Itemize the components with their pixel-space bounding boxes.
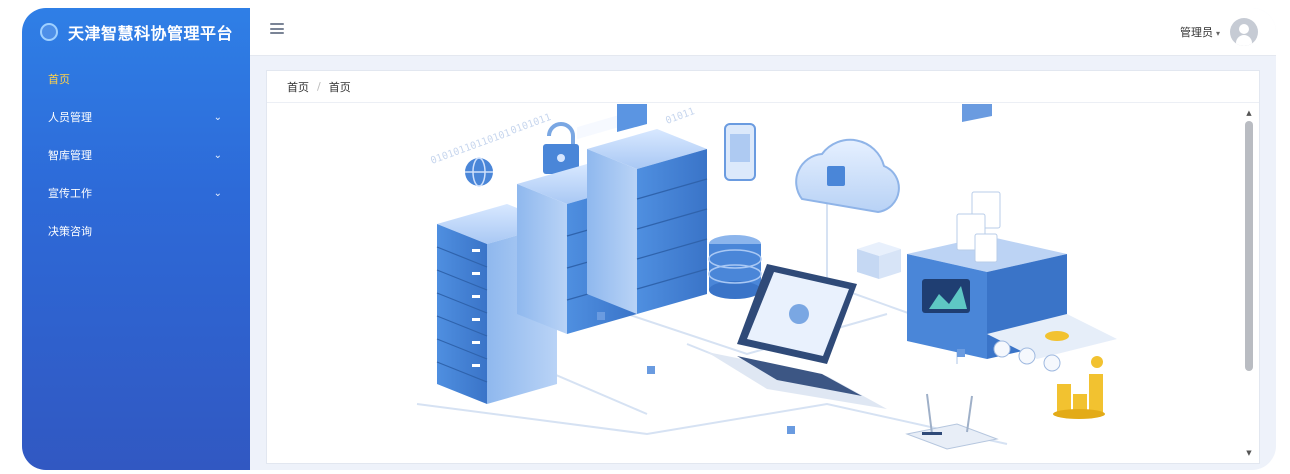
app-window: 天津智慧科协管理平台 首页 人员管理 ⌄ 智库管理 ⌄ 宣传工作 ⌄ 决策咨询 bbox=[22, 8, 1276, 470]
sidebar: 天津智慧科协管理平台 首页 人员管理 ⌄ 智库管理 ⌄ 宣传工作 ⌄ 决策咨询 bbox=[22, 8, 250, 470]
brand: 天津智慧科协管理平台 bbox=[22, 8, 250, 56]
server-rack bbox=[587, 129, 708, 314]
app-title: 天津智慧科协管理平台 bbox=[68, 24, 234, 43]
sidebar-item-label: 人员管理 bbox=[48, 111, 92, 124]
breadcrumb-separator: / bbox=[317, 80, 321, 93]
breadcrumb-item-current: 首页 bbox=[328, 80, 351, 94]
breadcrumb: 首页 / 首页 bbox=[267, 71, 1259, 103]
logo-icon bbox=[40, 23, 58, 41]
vertical-scrollbar[interactable]: ▲ ▼ bbox=[1243, 107, 1255, 459]
sidebar-item-label: 智库管理 bbox=[48, 149, 92, 162]
hamburger-icon[interactable] bbox=[270, 23, 284, 34]
cube-icon bbox=[857, 242, 901, 279]
chevron-down-icon: ⌄ bbox=[213, 111, 222, 123]
caret-down-icon: ▾ bbox=[1215, 29, 1220, 38]
scroll-thumb[interactable] bbox=[1245, 121, 1253, 371]
database-icon bbox=[708, 235, 762, 299]
sidebar-item-consulting[interactable]: 决策咨询 bbox=[22, 212, 250, 250]
breadcrumb-item[interactable]: 首页 bbox=[287, 79, 309, 95]
lock-icon bbox=[543, 122, 579, 174]
scroll-down-arrow-icon[interactable]: ▼ bbox=[1243, 447, 1255, 459]
sidebar-item-label: 宣传工作 bbox=[48, 187, 92, 200]
cloud-icon bbox=[795, 138, 900, 214]
sidebar-nav: 首页 人员管理 ⌄ 智库管理 ⌄ 宣传工作 ⌄ 决策咨询 bbox=[22, 60, 250, 250]
sidebar-item-label: 决策咨询 bbox=[48, 225, 92, 238]
floating-block bbox=[962, 104, 992, 122]
sidebar-item-thinktank[interactable]: 智库管理 ⌄ bbox=[22, 136, 250, 174]
top-bar: 管理员 ▾ bbox=[250, 8, 1276, 56]
coins-icon bbox=[1053, 356, 1105, 419]
user-menu[interactable]: 管理员 ▾ bbox=[1180, 18, 1258, 46]
svg-text:01011: 01011 bbox=[664, 106, 696, 127]
chevron-down-icon: ⌄ bbox=[213, 187, 222, 199]
sidebar-item-label: 首页 bbox=[48, 73, 70, 86]
floating-block bbox=[617, 104, 647, 132]
sidebar-item-personnel[interactable]: 人员管理 ⌄ bbox=[22, 98, 250, 136]
sidebar-item-publicity[interactable]: 宣传工作 ⌄ bbox=[22, 174, 250, 212]
globe-icon bbox=[465, 157, 493, 187]
router-icon bbox=[905, 393, 999, 450]
chevron-down-icon: ⌄ bbox=[213, 149, 222, 161]
phone-icon bbox=[724, 123, 756, 181]
user-avatar-icon[interactable] bbox=[1230, 18, 1258, 46]
main-content: 首页 / 首页 01010110110101 0101011 01011 ▲ ▼ bbox=[266, 70, 1260, 464]
user-name[interactable]: 管理员 ▾ bbox=[1180, 24, 1220, 40]
hero-illustration: 01010110110101 0101011 01011 bbox=[267, 104, 1233, 464]
datacenter-illustration: 01010110110101 0101011 01011 bbox=[416, 104, 1117, 450]
sidebar-item-home[interactable]: 首页 bbox=[22, 60, 250, 98]
svg-text:0101011: 0101011 bbox=[509, 112, 552, 137]
scroll-up-arrow-icon[interactable]: ▲ bbox=[1243, 107, 1255, 119]
